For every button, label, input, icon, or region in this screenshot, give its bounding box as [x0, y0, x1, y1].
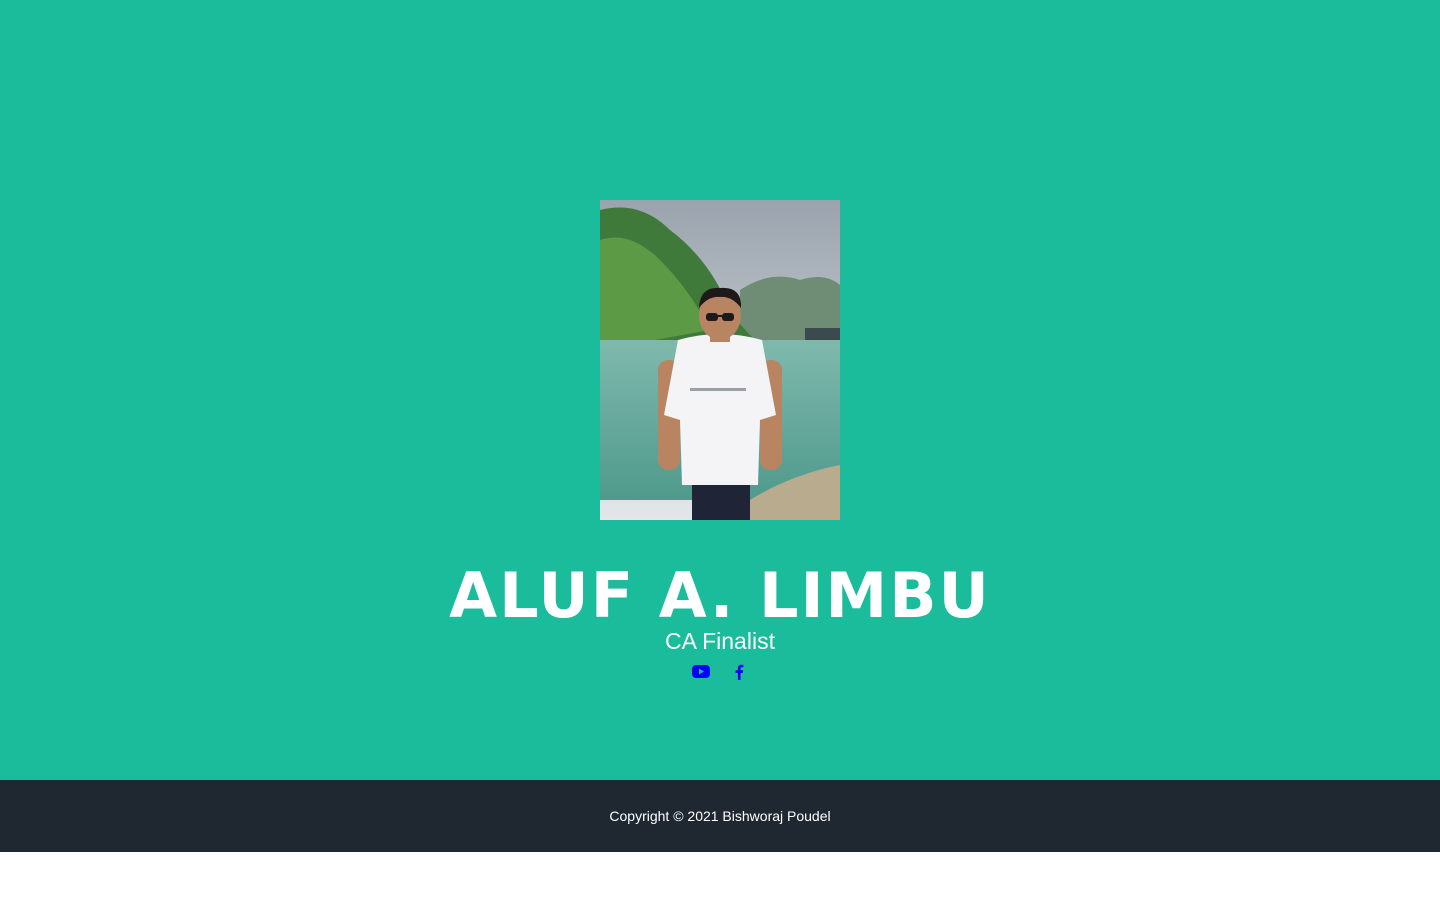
copyright-text: Copyright © 2021 Bishworaj Poudel: [609, 808, 831, 824]
youtube-icon: [692, 665, 710, 678]
profile-photo: [600, 200, 840, 520]
youtube-link[interactable]: [691, 660, 711, 684]
social-links: [0, 660, 1440, 684]
footer: Copyright © 2021 Bishworaj Poudel: [0, 780, 1440, 852]
profile-role: CA Finalist: [665, 628, 775, 654]
profile-photo-illustration: [600, 200, 840, 520]
profile-name: ALUF A. LIMBU: [449, 559, 991, 632]
facebook-link[interactable]: [729, 660, 749, 684]
facebook-icon: [735, 664, 744, 680]
hero-section: ALUF A. LIMBU CA Finalist: [0, 0, 1440, 780]
